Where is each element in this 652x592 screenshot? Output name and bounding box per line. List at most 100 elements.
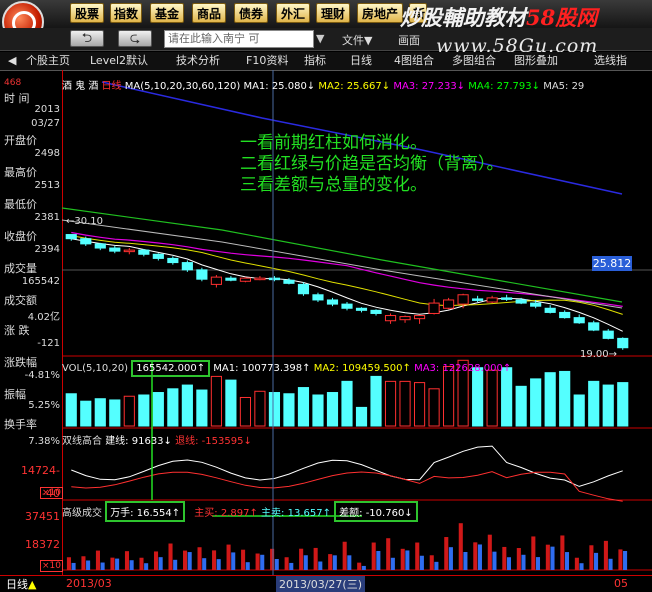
high-price-label: ←30.10 <box>66 216 104 227</box>
volume-bar <box>283 393 295 427</box>
search-dropdown-icon[interactable]: ▼ <box>316 31 330 47</box>
trade-buy-bar <box>371 542 376 570</box>
tab-level2[interactable]: Level2默认 <box>90 53 148 69</box>
trade-sell-bar <box>579 563 584 570</box>
candle-body <box>297 283 310 295</box>
info-label: 开盘价 <box>4 134 37 147</box>
tab-f10[interactable]: F10资料 <box>246 53 288 69</box>
candle-body <box>152 253 164 259</box>
trade-sell-bar <box>448 547 453 570</box>
trade-sell-bar <box>506 557 511 570</box>
menu-file[interactable]: 文件▼ <box>342 32 372 48</box>
tab-4chart[interactable]: 4图组合 <box>394 53 434 69</box>
menu-index-button[interactable]: 指数 <box>110 3 142 23</box>
indicator-name: 双线高合 <box>62 436 102 447</box>
candle-body <box>65 234 77 240</box>
tab-indicator[interactable]: 指标 <box>304 53 326 69</box>
tab-select[interactable]: 选线指 <box>594 53 627 69</box>
search-input[interactable]: 请在此输入南宁 可 <box>164 30 314 48</box>
menu-forex-button[interactable]: 外汇 <box>276 3 310 23</box>
trade-sell-bar <box>376 550 381 570</box>
indicator-line1: 建线: 91633↓ <box>105 436 172 447</box>
trade-buy-bar <box>110 557 115 570</box>
tab-technical[interactable]: 技术分析 <box>176 53 220 69</box>
trade-buy-bar <box>328 554 333 570</box>
volume-bar <box>384 380 397 427</box>
note-line: 一看前期红柱如何消化。 <box>240 133 427 153</box>
trade-sell-bar <box>434 561 439 570</box>
trade-sell-bar <box>274 558 279 570</box>
trade-sell-bar <box>390 557 395 570</box>
trade-sell-bar <box>144 563 149 570</box>
candle-body <box>559 311 571 319</box>
volume-bar <box>254 390 266 427</box>
moving-average-lines <box>62 81 623 332</box>
trade-sell-bar <box>86 560 91 570</box>
volume-bar <box>181 384 193 427</box>
candle-body <box>196 269 208 280</box>
trade-sell-bar <box>173 559 178 570</box>
menu-bond-button[interactable]: 债券 <box>234 3 268 23</box>
candle-body <box>355 307 368 311</box>
forward-button[interactable]: ⮎ <box>118 30 152 47</box>
candle-body <box>588 322 600 331</box>
trade-wanshou: 万手: 16.554↑ <box>105 501 186 522</box>
trade-buy-bar <box>415 542 420 570</box>
trade-sell-bar <box>463 552 468 570</box>
trade-sell-bar <box>245 562 250 570</box>
tab-overlay[interactable]: 图形叠加 <box>514 53 558 69</box>
menu-finance-button[interactable]: 理财 <box>316 3 350 23</box>
ma3-value: MA3: 27.233↓ <box>393 81 466 92</box>
trade-diff: 差额: -10.760↓ <box>334 501 418 522</box>
trade-sell-bar <box>260 554 265 570</box>
trade-sell-bar <box>550 546 555 570</box>
info-value: 2381 <box>34 212 60 223</box>
trade-sell-bar <box>608 558 613 570</box>
back-button[interactable]: ⮌ <box>70 30 104 47</box>
candle-body <box>167 257 179 264</box>
tab-multichart[interactable]: 多图组合 <box>452 53 496 69</box>
trade-header: 高级成交 万手: 16.554↑ 主买: 2.897↑ 主卖: 13.657↑ … <box>62 501 418 522</box>
info-value: 2013 <box>34 104 60 115</box>
volume-bar <box>65 393 77 427</box>
trade-buy-bar <box>284 557 289 570</box>
volume-bar <box>486 369 498 427</box>
trade-sell-bar <box>419 555 424 570</box>
panel-top-tag: 468 <box>4 78 22 88</box>
info-value: 5.25% <box>28 400 60 411</box>
price-header: 酒 鬼 酒 日线 MA(5,10,20,30,60,120) MA1: 25.0… <box>62 77 584 92</box>
menu-view[interactable]: 画面 <box>398 32 420 48</box>
menu-stocks-button[interactable]: 股票 <box>70 3 104 23</box>
trade-sell-bar <box>216 559 221 570</box>
status-date-left: 2013/03 <box>66 577 112 590</box>
trade-buy: 主买: 2.897↑ <box>194 508 258 519</box>
trade-buy-bar <box>357 562 362 570</box>
menu-realestate-button[interactable]: 房地产 <box>357 3 403 23</box>
trade-sell-bar <box>405 550 410 570</box>
menu-commodity-button[interactable]: 商品 <box>192 3 226 23</box>
sub-axis-multiplier: ×10 <box>40 487 63 499</box>
volume-bar <box>602 384 614 427</box>
candle-body <box>428 302 440 314</box>
trade-buy-bar <box>124 551 130 570</box>
trade-buy-bar <box>473 542 478 570</box>
tab-prev-icon[interactable]: ◀ <box>8 53 16 69</box>
trade-sell-bar <box>202 558 207 570</box>
tab-daily[interactable]: 日线 <box>350 53 372 69</box>
info-value: -4.81% <box>24 370 60 381</box>
ma2-value: MA2: 25.667↓ <box>318 81 391 92</box>
candle-body <box>384 315 397 322</box>
candle-body <box>254 277 266 281</box>
trade-sell-bar <box>100 562 105 570</box>
tab-stock-home[interactable]: 个股主页 <box>26 53 70 69</box>
stock-name: 酒 鬼 酒 <box>62 81 99 92</box>
trade-buy-bar <box>212 550 217 570</box>
menu-fund-button[interactable]: 基金 <box>150 3 184 23</box>
candle-body <box>486 297 498 303</box>
trade-buy-bar <box>66 557 71 570</box>
trade-buy-bar <box>226 544 231 570</box>
volume-bar <box>559 370 571 427</box>
info-label: 换手率 <box>4 418 37 431</box>
indicator-line2: 退线: -153595↓ <box>175 436 252 447</box>
volume-bar <box>196 389 208 427</box>
